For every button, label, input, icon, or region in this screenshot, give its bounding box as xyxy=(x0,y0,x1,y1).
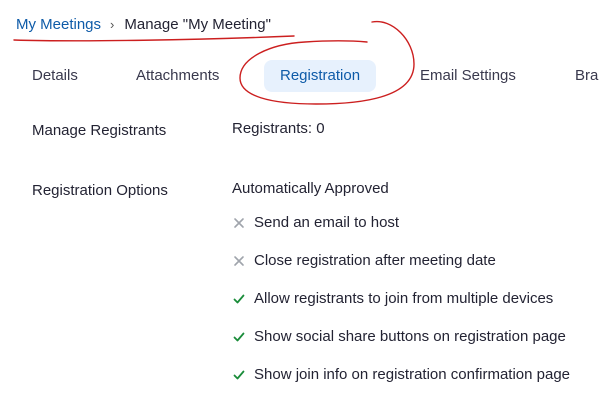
tab-registration[interactable]: Registration xyxy=(264,60,377,92)
option-close-registration: Close registration after meeting date xyxy=(232,252,496,269)
registrants-count: Registrants: 0 xyxy=(232,120,325,137)
option-label: Show social share buttons on registratio… xyxy=(254,328,566,345)
cross-icon xyxy=(234,255,244,266)
tab-attachments[interactable]: Attachments xyxy=(136,60,219,92)
chevron-right-icon: › xyxy=(110,17,115,32)
option-social-share-buttons: Show social share buttons on registratio… xyxy=(232,328,566,345)
check-icon xyxy=(233,370,245,379)
breadcrumb-current: Manage "My Meeting" xyxy=(124,16,271,33)
option-show-join-info: Show join info on registration confirmat… xyxy=(232,366,570,383)
check-icon xyxy=(233,332,245,341)
underline-annotation xyxy=(13,35,295,42)
breadcrumb: My Meetings › Manage "My Meeting" xyxy=(16,16,271,33)
option-label: Close registration after meeting date xyxy=(254,252,496,269)
breadcrumb-my-meetings-link[interactable]: My Meetings xyxy=(16,16,101,33)
check-icon xyxy=(233,294,245,303)
manage-registrants-label: Manage Registrants xyxy=(32,122,167,139)
tab-branding[interactable]: Bra xyxy=(575,60,598,92)
option-label: Allow registrants to join from multiple … xyxy=(254,290,554,307)
registration-options-label: Registration Options xyxy=(32,182,168,199)
tab-details[interactable]: Details xyxy=(32,60,78,92)
option-multiple-devices: Allow registrants to join from multiple … xyxy=(232,290,553,307)
option-label: Show join info on registration confirmat… xyxy=(254,366,571,383)
tab-email-settings[interactable]: Email Settings xyxy=(420,60,516,92)
approval-status: Automatically Approved xyxy=(232,180,389,197)
option-label: Send an email to host xyxy=(254,214,400,231)
cross-icon xyxy=(234,217,244,228)
tab-bar: Details Attachments Registration Email S… xyxy=(0,60,601,92)
option-send-email-to-host: Send an email to host xyxy=(232,214,399,231)
